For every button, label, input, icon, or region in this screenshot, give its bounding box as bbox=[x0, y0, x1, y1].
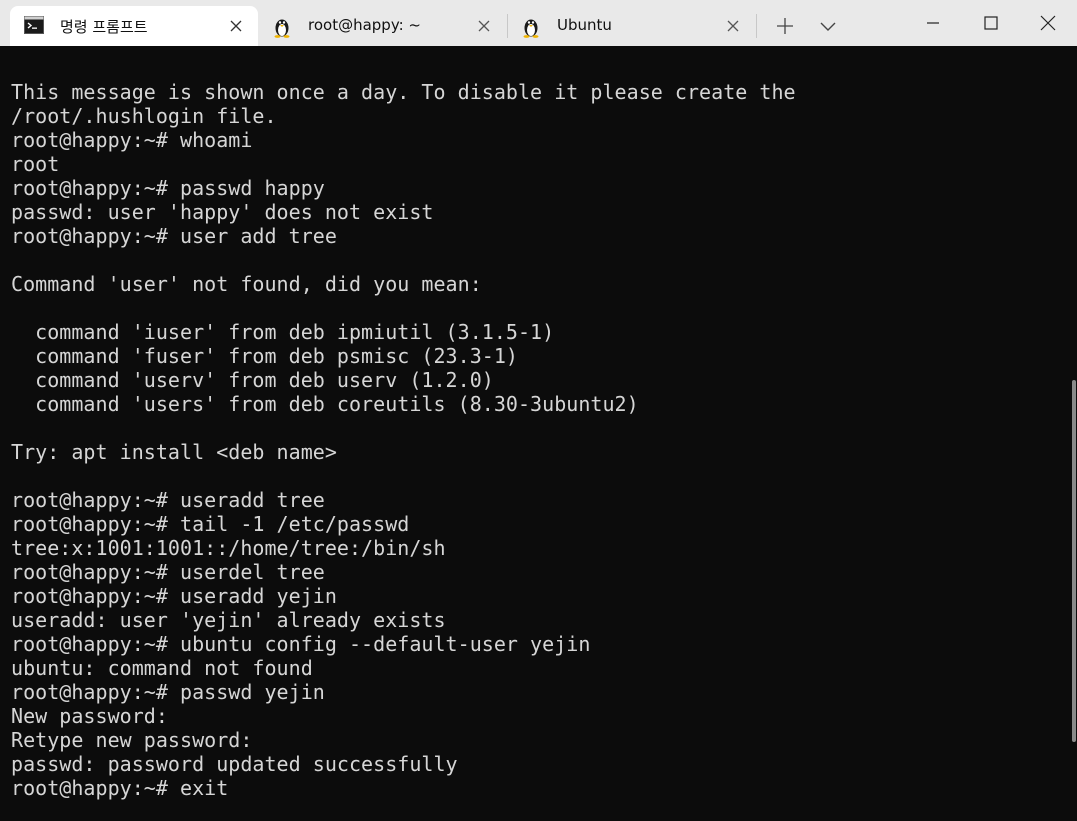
window-close-icon[interactable] bbox=[1019, 6, 1077, 40]
terminal-line: tree:x:1001:1001::/home/tree:/bin/sh bbox=[11, 536, 446, 560]
terminal-line: Command 'user' not found, did you mean: bbox=[11, 272, 482, 296]
terminal-line: Try: apt install <deb name> bbox=[11, 440, 337, 464]
maximize-icon[interactable] bbox=[962, 6, 1020, 40]
tab-ubuntu[interactable]: Ubuntu bbox=[507, 6, 755, 46]
close-icon[interactable] bbox=[725, 18, 741, 34]
tab-bar: 명령 프롬프트 root@happy: ~ Ubuntu bbox=[0, 0, 1077, 46]
close-icon[interactable] bbox=[228, 18, 244, 34]
terminal-output: This message is shown once a day. To dis… bbox=[11, 80, 796, 800]
tab-label: root@happy: ~ bbox=[308, 16, 421, 34]
terminal-line: command 'iuser' from deb ipmiutil (3.1.5… bbox=[11, 320, 555, 344]
terminal-line: Retype new password: bbox=[11, 728, 253, 752]
terminal-line: root@happy:~# passwd happy bbox=[11, 176, 325, 200]
terminal-line: root@happy:~# exit bbox=[11, 776, 229, 800]
terminal-line: root@happy:~# useradd tree bbox=[11, 488, 325, 512]
terminal-line: root@happy:~# tail -1 /etc/passwd bbox=[11, 512, 410, 536]
scrollbar[interactable] bbox=[1071, 46, 1077, 821]
tab-root-happy[interactable]: root@happy: ~ bbox=[258, 6, 506, 46]
terminal-line: root@happy:~# useradd yejin bbox=[11, 584, 337, 608]
tab-label: 명령 프롬프트 bbox=[60, 18, 148, 36]
linux-penguin-icon bbox=[521, 16, 541, 42]
terminal-line: This message is shown once a day. To dis… bbox=[11, 80, 796, 104]
linux-penguin-icon bbox=[272, 16, 292, 42]
terminal-line: New password: bbox=[11, 704, 168, 728]
terminal-output-area[interactable]: This message is shown once a day. To dis… bbox=[0, 46, 1077, 821]
close-icon[interactable] bbox=[476, 18, 492, 34]
scrollbar-thumb[interactable] bbox=[1072, 380, 1076, 742]
terminal-line: useradd: user 'yejin' already exists bbox=[11, 608, 446, 632]
terminal-line: root@happy:~# userdel tree bbox=[11, 560, 325, 584]
terminal-line: passwd: password updated successfully bbox=[11, 752, 458, 776]
tab-label: Ubuntu bbox=[557, 16, 612, 34]
terminal-line: passwd: user 'happy' does not exist bbox=[11, 200, 434, 224]
tab-command-prompt[interactable]: 명령 프롬프트 bbox=[10, 6, 258, 46]
terminal-line: root bbox=[11, 152, 60, 176]
terminal-line: command 'userv' from deb userv (1.2.0) bbox=[11, 368, 494, 392]
minimize-icon[interactable] bbox=[904, 6, 962, 40]
terminal-line: root@happy:~# user add tree bbox=[11, 224, 337, 248]
terminal-line: /root/.hushlogin file. bbox=[11, 104, 277, 128]
terminal-line: ubuntu: command not found bbox=[11, 656, 313, 680]
terminal-line: root@happy:~# ubuntu config --default-us… bbox=[11, 632, 591, 656]
terminal-line: root@happy:~# whoami bbox=[11, 128, 253, 152]
tab-separator bbox=[756, 14, 757, 38]
terminal-window: 명령 프롬프트 root@happy: ~ Ubuntu This messag… bbox=[0, 0, 1077, 821]
chevron-down-icon[interactable] bbox=[816, 14, 840, 38]
terminal-line: root@happy:~# passwd yejin bbox=[11, 680, 325, 704]
plus-icon[interactable] bbox=[772, 14, 798, 38]
terminal-line: command 'fuser' from deb psmisc (23.3-1) bbox=[11, 344, 518, 368]
terminal-line: command 'users' from deb coreutils (8.30… bbox=[11, 392, 639, 416]
cmd-prompt-icon bbox=[24, 16, 44, 38]
